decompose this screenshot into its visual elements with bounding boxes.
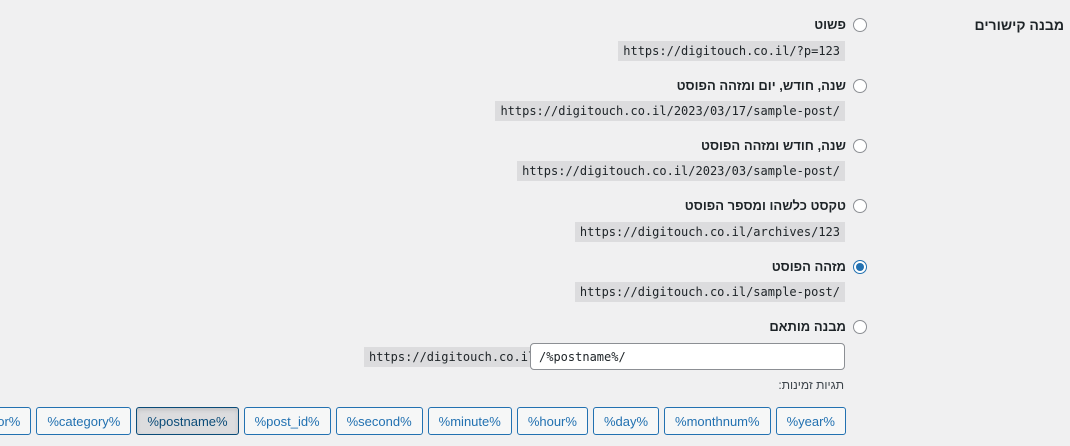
tag-author-button[interactable]: %author% (0, 407, 32, 435)
option-numeric-radio[interactable] (853, 198, 867, 213)
option-month-name-label: שנה, חודש ומזהה הפוסט (701, 138, 846, 153)
option-custom-label: מבנה מותאם (769, 319, 846, 334)
tag-post-id-button[interactable]: %post_id% (243, 407, 331, 435)
option-numeric-example: https://digitouch.co.il/archives/123 (574, 222, 845, 242)
option-day-name-example: https://digitouch.co.il/2023/03/17/sampl… (495, 101, 845, 121)
permalink-structure-label: מבנה קישורים (974, 17, 1064, 33)
option-post-name-radio[interactable] (853, 259, 867, 274)
tag-minute-button[interactable]: %minute% (427, 407, 512, 435)
option-plain-label: פשוט (814, 17, 846, 32)
option-plain[interactable]: פשוט (814, 17, 867, 32)
tag-hour-button[interactable]: %hour% (516, 407, 588, 435)
option-custom[interactable]: מבנה מותאם (769, 319, 867, 334)
available-tags-label: תגיות זמינות: (778, 378, 844, 392)
tag-year-button[interactable]: %year% (775, 407, 846, 435)
available-tags: %year% %monthnum% %day% %hour% %minute% … (0, 407, 846, 435)
option-numeric[interactable]: טקסט כלשהו ומספר הפוסט (685, 198, 867, 213)
tag-second-button[interactable]: %second% (335, 407, 423, 435)
tag-monthnum-button[interactable]: %monthnum% (664, 407, 771, 435)
tag-category-button[interactable]: %category% (36, 407, 132, 435)
option-post-name-label: מזהה הפוסט (771, 259, 846, 274)
option-day-name-label: שנה, חודש, יום ומזהה הפוסט (676, 78, 846, 93)
option-month-name-example: https://digitouch.co.il/2023/03/sample-p… (517, 161, 845, 181)
option-custom-radio[interactable] (853, 319, 867, 334)
tag-postname-button[interactable]: %postname% (136, 407, 239, 435)
option-post-name-example: https://digitouch.co.il/sample-post/ (574, 282, 845, 302)
option-day-name-radio[interactable] (853, 78, 867, 93)
tag-day-button[interactable]: %day% (592, 407, 660, 435)
custom-structure-prefix: https://digitouch.co.il (364, 347, 541, 367)
option-plain-example: https://digitouch.co.il/?p=123 (618, 41, 845, 61)
option-post-name[interactable]: מזהה הפוסט (772, 259, 867, 274)
custom-structure-input[interactable] (530, 343, 845, 370)
option-numeric-label: טקסט כלשהו ומספר הפוסט (684, 198, 846, 213)
option-plain-radio[interactable] (853, 17, 867, 32)
option-month-name-radio[interactable] (853, 138, 867, 153)
option-month-name[interactable]: שנה, חודש ומזהה הפוסט (701, 138, 867, 153)
option-day-name[interactable]: שנה, חודש, יום ומזהה הפוסט (677, 78, 867, 93)
